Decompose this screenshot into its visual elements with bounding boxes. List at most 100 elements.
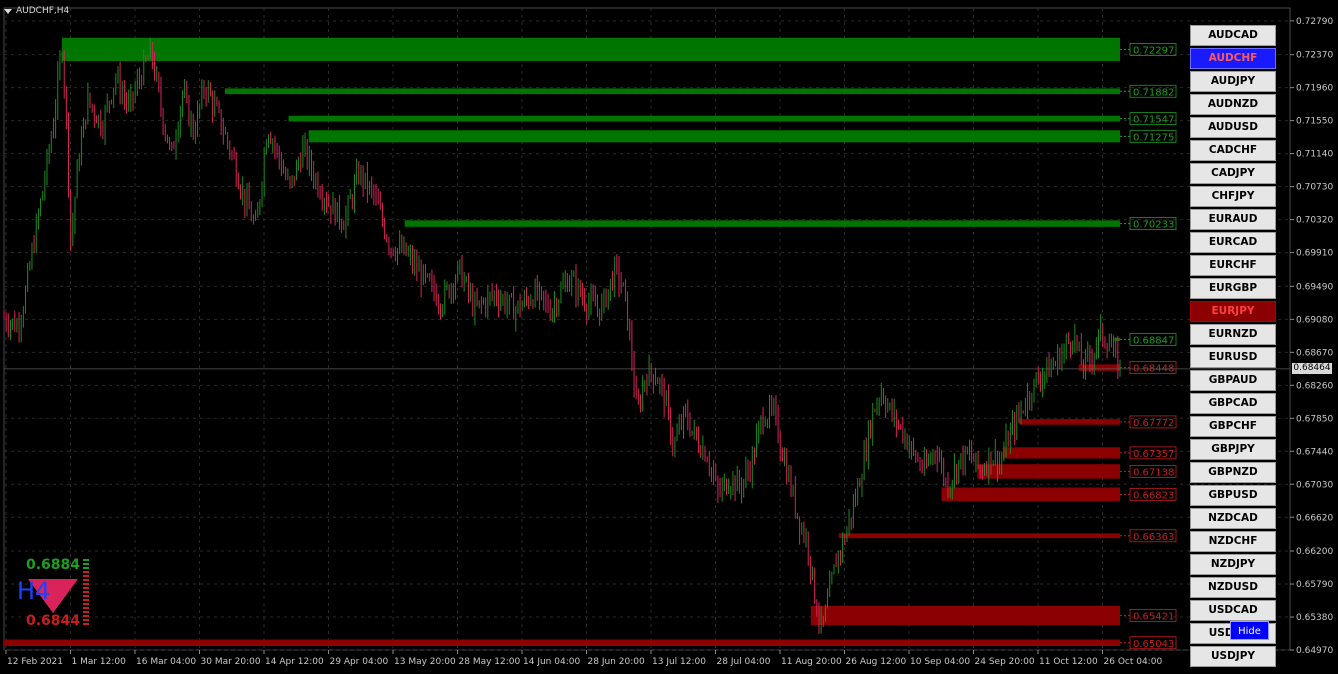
symbol-button-gbpnzd[interactable]: GBPNZD xyxy=(1190,462,1276,483)
y-tick-label: 0.67440 xyxy=(1296,447,1333,457)
y-tick-label: 0.71140 xyxy=(1296,150,1333,160)
symbol-button-audusd[interactable]: AUDUSD xyxy=(1190,117,1276,138)
strength-gauge-icon xyxy=(83,559,89,625)
gauge-segment xyxy=(83,579,89,581)
y-tick-label: 0.69910 xyxy=(1296,249,1333,259)
y-tick-label: 0.65380 xyxy=(1296,613,1333,623)
y-tick-label: 0.67850 xyxy=(1296,414,1333,424)
supply-zone xyxy=(62,37,1121,62)
supply-zone-label: 0.71275 xyxy=(1133,132,1174,143)
y-tick-label: 0.69490 xyxy=(1296,282,1333,292)
symbol-button-gbpaud[interactable]: GBPAUD xyxy=(1190,370,1276,391)
supply-zone-label: 0.71547 xyxy=(1133,115,1174,126)
y-tick-label: 0.66200 xyxy=(1296,547,1333,557)
demand-zone xyxy=(838,533,1120,539)
symbol-button-usdcad[interactable]: USDCAD xyxy=(1190,600,1276,621)
y-tick-label: 0.64970 xyxy=(1296,646,1333,656)
current-price-label: 0.68464 xyxy=(1292,363,1332,374)
x-tick-label: 12 Feb 2021 xyxy=(7,657,63,667)
y-tick-label: 0.68670 xyxy=(1296,348,1333,358)
gauge-segment xyxy=(83,559,89,561)
supply-zone xyxy=(288,115,1121,122)
chart-frame xyxy=(3,7,1291,651)
supply-zone-label: 0.72297 xyxy=(1133,45,1174,56)
symbol-button-audchf[interactable]: AUDCHF xyxy=(1190,48,1276,69)
widget-high-value: 0.6884 xyxy=(26,557,81,573)
demand-zone xyxy=(1078,364,1120,371)
x-tick-label: 26 Oct 04:00 xyxy=(1104,657,1163,667)
symbol-button-cadchf[interactable]: CADCHF xyxy=(1190,140,1276,161)
symbol-button-euraud[interactable]: EURAUD xyxy=(1190,209,1276,230)
gauge-segment xyxy=(83,599,89,601)
x-tick-label: 16 Mar 04:00 xyxy=(136,657,196,667)
symbol-button-eurgbp[interactable]: EURGBP xyxy=(1190,278,1276,299)
demand-zone-label: 0.65043 xyxy=(1133,639,1174,650)
supply-zone xyxy=(308,130,1121,143)
gauge-segment xyxy=(83,567,89,569)
symbol-button-gbpjpy[interactable]: GBPJPY xyxy=(1190,439,1276,460)
x-tick-label: 26 Aug 12:00 xyxy=(846,657,907,667)
x-tick-label: 1 Mar 12:00 xyxy=(72,657,127,667)
symbol-button-eurnzd[interactable]: EURNZD xyxy=(1190,324,1276,345)
gauge-segment xyxy=(83,611,89,613)
symbol-button-cadjpy[interactable]: CADJPY xyxy=(1190,163,1276,184)
x-tick-label: 30 Mar 20:00 xyxy=(201,657,261,667)
gauge-segment xyxy=(83,607,89,609)
x-tick-label: 24 Sep 20:00 xyxy=(975,657,1035,667)
gauge-segment xyxy=(83,619,89,621)
x-tick-label: 11 Oct 12:00 xyxy=(1039,657,1098,667)
symbol-button-chfjpy[interactable]: CHFJPY xyxy=(1190,186,1276,207)
y-tick-label: 0.72370 xyxy=(1296,51,1333,61)
symbol-button-eurcad[interactable]: EURCAD xyxy=(1190,232,1276,253)
demand-zone xyxy=(4,639,1120,646)
gauge-segment xyxy=(83,563,89,565)
x-tick-label: 14 Jun 04:00 xyxy=(523,657,580,667)
symbol-button-audcad[interactable]: AUDCAD xyxy=(1190,25,1276,46)
high-low-widget: 0.6884 H4 0.6844 xyxy=(10,555,100,635)
demand-zone-label: 0.67357 xyxy=(1133,449,1174,460)
y-tick-label: 0.72790 xyxy=(1296,17,1333,27)
demand-zone xyxy=(977,464,1120,479)
demand-zone-label: 0.66363 xyxy=(1133,532,1174,543)
symbol-button-gbpusd[interactable]: GBPUSD xyxy=(1190,485,1276,506)
dropdown-triangle-icon[interactable] xyxy=(4,8,12,14)
supply-zone-label: 0.68847 xyxy=(1133,335,1174,346)
symbol-button-gbpchf[interactable]: GBPCHF xyxy=(1190,416,1276,437)
gauge-segment xyxy=(83,595,89,597)
y-tick-label: 0.68260 xyxy=(1296,381,1333,391)
symbol-button-nzdusd[interactable]: NZDUSD xyxy=(1190,577,1276,598)
chart-window[interactable]: 0.72790 0.72370 0.71960 0.71550 0.71140 0.707… xyxy=(0,0,1338,674)
symbol-button-gbpcad[interactable]: GBPCAD xyxy=(1190,393,1276,414)
x-tick-label: 28 May 12:00 xyxy=(459,657,521,667)
symbol-button-audnzd[interactable]: AUDNZD xyxy=(1190,94,1276,115)
gauge-segment xyxy=(83,583,89,585)
x-tick-label: 14 Apr 12:00 xyxy=(265,657,324,667)
price-chart[interactable]: 0.72790 0.72370 0.71960 0.71550 0.71140 0.707… xyxy=(0,0,1338,674)
symbol-button-eurusd[interactable]: EURUSD xyxy=(1190,347,1276,368)
symbol-button-audjpy[interactable]: AUDJPY xyxy=(1190,71,1276,92)
x-tick-label: 13 Jul 12:00 xyxy=(652,657,706,667)
x-tick-label: 10 Sep 04:00 xyxy=(910,657,970,667)
demand-zone xyxy=(941,487,1120,502)
gauge-segment xyxy=(83,587,89,589)
symbol-button-nzdjpy[interactable]: NZDJPY xyxy=(1190,554,1276,575)
symbol-button-eurchf[interactable]: EURCHF xyxy=(1190,255,1276,276)
supply-zone-label: 0.71882 xyxy=(1133,87,1174,98)
demand-zone-label: 0.65421 xyxy=(1133,611,1174,622)
gauge-segment xyxy=(83,623,89,625)
chart-title-bar[interactable]: AUDCHF,H4 xyxy=(4,4,69,18)
demand-zone xyxy=(1019,419,1120,425)
y-tick-label: 0.67030 xyxy=(1296,480,1333,490)
hide-button[interactable]: Hide xyxy=(1230,621,1269,640)
symbol-button-usdjpy[interactable]: USDJPY xyxy=(1190,646,1276,667)
widget-low-value: 0.6844 xyxy=(26,613,81,629)
x-tick-label: 11 Aug 20:00 xyxy=(781,657,842,667)
symbol-button-nzdcad[interactable]: NZDCAD xyxy=(1190,508,1276,529)
x-tick-label: 13 May 20:00 xyxy=(394,657,456,667)
symbol-button-nzdchf[interactable]: NZDCHF xyxy=(1190,531,1276,552)
y-tick-label: 0.66620 xyxy=(1296,513,1333,523)
supply-zone xyxy=(224,88,1120,95)
widget-timeframe: H4 xyxy=(17,577,51,605)
y-tick-label: 0.65790 xyxy=(1296,580,1333,590)
symbol-button-eurjpy[interactable]: EURJPY xyxy=(1190,301,1276,322)
